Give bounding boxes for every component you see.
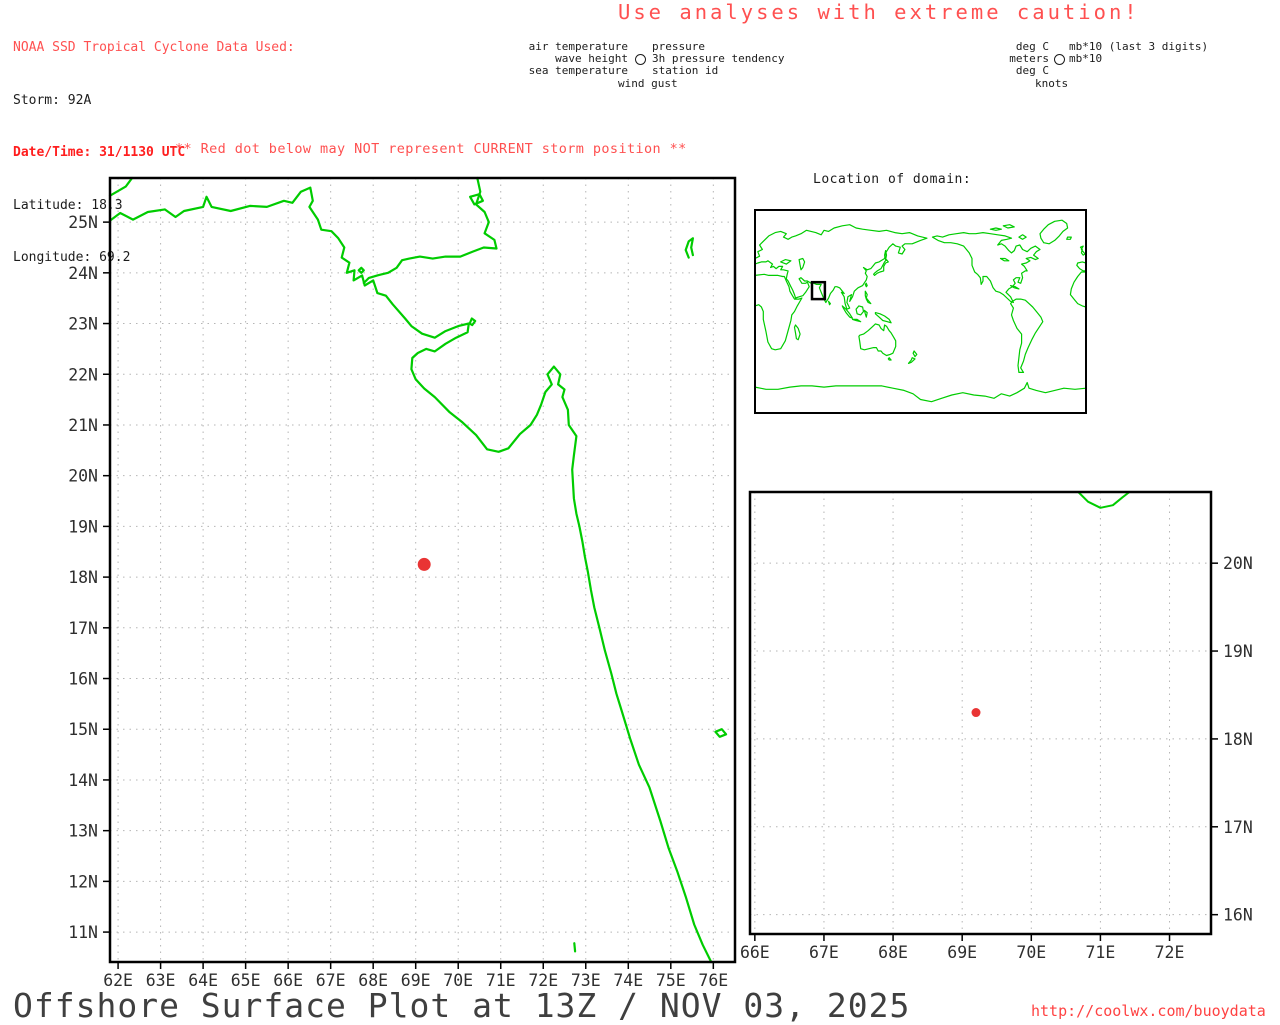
legend-wind-gust: wind gust xyxy=(618,76,678,90)
station-model-legend: air temperature pressure wave height 3h … xyxy=(520,40,785,90)
legend-row: wind gust xyxy=(520,76,784,90)
y-tick-label: 13N xyxy=(68,822,98,841)
plot-title: Offshore Surface Plot at 13Z / NOV 03, 2… xyxy=(13,986,911,1025)
storm-position-dot xyxy=(417,557,431,571)
units-legend: deg C mb*10 (last 3 digits) meters mb*10… xyxy=(985,40,1208,90)
offshore-surface-plot-page: { "header": { "noaa_line": "NOAA SSD Tro… xyxy=(0,0,1280,1025)
legend-row: deg C xyxy=(985,65,1208,77)
x-tick-label: 68E xyxy=(878,943,908,962)
y-tick-label: 25N xyxy=(68,213,98,232)
x-tick-label: 67E xyxy=(809,943,839,962)
x-tick-label: 69E xyxy=(947,943,977,962)
y-tick-label: 21N xyxy=(68,416,98,435)
x-tick-label: 71E xyxy=(1086,943,1116,962)
x-tick-label: 72E xyxy=(1155,943,1185,962)
storm-position-dot xyxy=(971,708,981,718)
station-circle-icon xyxy=(1053,53,1065,65)
red-dot-warning: ** Red dot below may NOT represent CURRE… xyxy=(175,141,687,157)
y-tick-label: 17N xyxy=(68,619,98,638)
y-tick-label: 17N xyxy=(1223,818,1253,837)
inset-title: Location of domain: xyxy=(813,172,972,187)
legend-row: knots xyxy=(985,76,1208,90)
x-tick-label: 70E xyxy=(1016,943,1046,962)
station-circle-icon xyxy=(634,53,646,65)
world-locator-map xyxy=(754,209,1087,414)
unit-sea-temp: deg C xyxy=(1015,64,1049,78)
y-tick-label: 23N xyxy=(68,315,98,334)
y-tick-label: 20N xyxy=(1223,554,1253,573)
y-tick-label: 18N xyxy=(1223,730,1253,749)
noaa-data-line: NOAA SSD Tropical Cyclone Data Used: xyxy=(13,40,295,55)
main-map: 62E 63E 64E 65E 66E 67E 68E 69E 70E 71E 72E 73E 74E 7… xyxy=(68,176,737,990)
y-tick-label: 16N xyxy=(68,670,98,689)
legend-station-id: station id xyxy=(652,64,719,78)
legend-row: sea temperature station id xyxy=(520,65,784,77)
caution-title: Use analyses with extreme caution! xyxy=(618,0,1140,24)
x-tick-label: 66E xyxy=(740,943,770,962)
buoydata-url-link[interactable]: http://coolwx.com/buoydata xyxy=(1031,1002,1266,1020)
y-tick-label: 22N xyxy=(68,365,98,384)
y-tick-label: 20N xyxy=(68,467,98,486)
y-tick-label: 19N xyxy=(68,517,98,536)
y-tick-label: 18N xyxy=(68,568,98,587)
y-tick-label: 14N xyxy=(68,771,98,790)
y-tick-label: 16N xyxy=(1223,906,1253,925)
unit-wind-gust-knots: knots xyxy=(1035,76,1069,90)
y-tick-label: 19N xyxy=(1223,642,1253,661)
legend-sea-temperature: sea temperature xyxy=(528,64,628,78)
y-tick-label: 12N xyxy=(68,872,98,891)
storm-id-line: Storm: 92A xyxy=(13,92,92,108)
y-tick-label: 24N xyxy=(68,264,98,283)
y-tick-label: 15N xyxy=(68,720,98,739)
y-tick-label: 11N xyxy=(68,923,98,942)
unit-tendency: mb*10 xyxy=(1069,52,1103,66)
zoom-map: 66E 67E 68E 69E 70E 71E 72E 16N 17N 18N 19N 20N xyxy=(740,490,1253,962)
